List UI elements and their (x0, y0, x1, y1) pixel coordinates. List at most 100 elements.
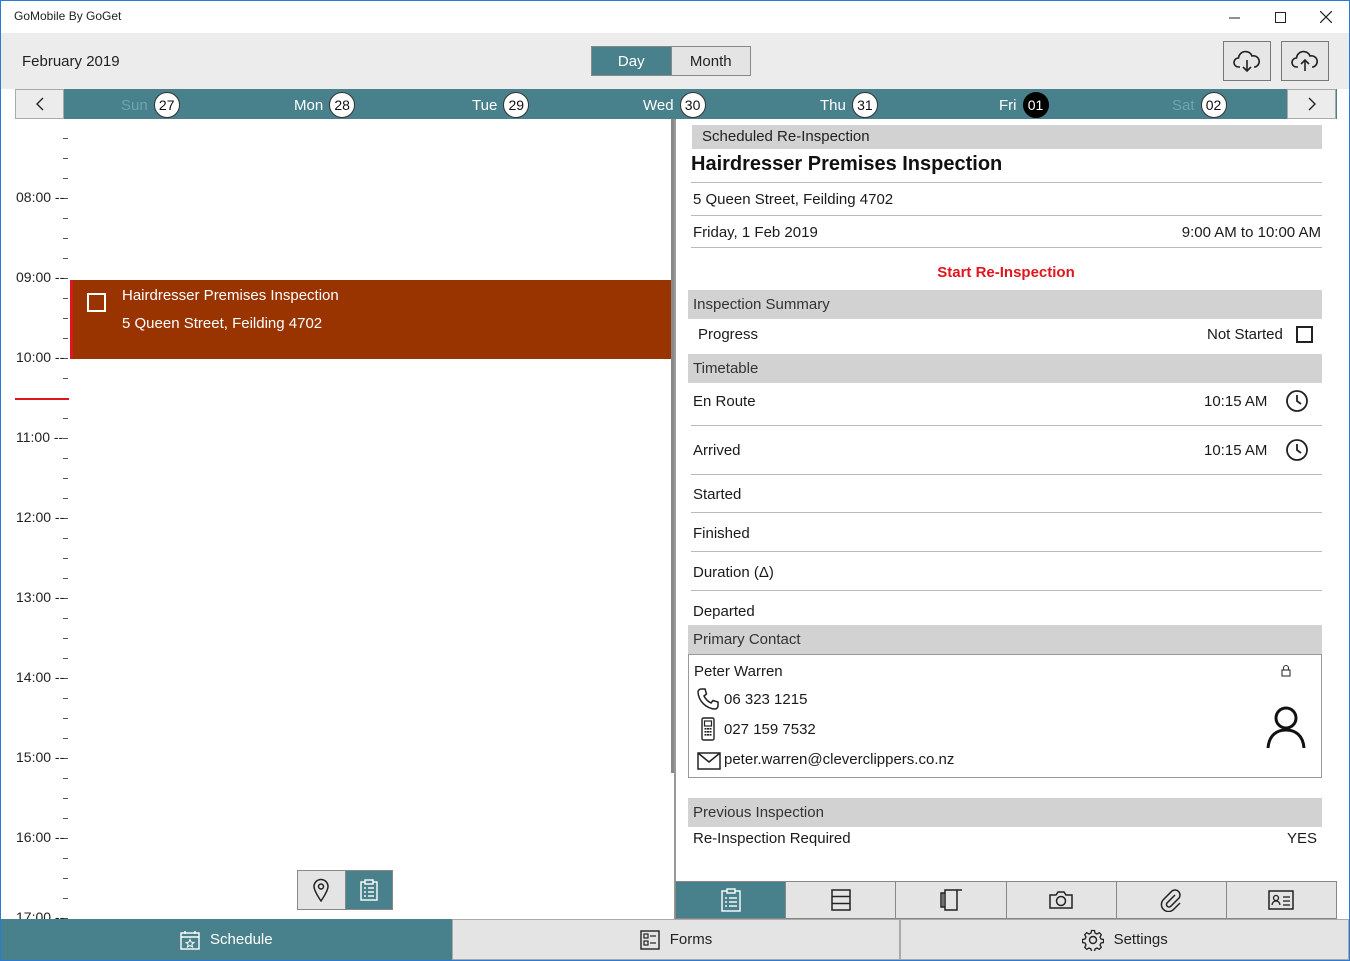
progress-label: Progress (698, 326, 759, 343)
hour-label: 09:00 -- (16, 269, 65, 285)
day-number: 28 (329, 92, 356, 118)
minimize-button[interactable] (1211, 1, 1257, 33)
inspection-summary-heading: Inspection Summary (688, 290, 1322, 319)
time-tick (63, 558, 68, 559)
en-route-clock-icon[interactable] (1285, 389, 1309, 413)
time-tick (63, 258, 68, 259)
time-tick (63, 298, 68, 299)
map-pin-icon (313, 878, 330, 902)
previous-week-button[interactable] (15, 89, 64, 119)
tab-sections[interactable] (785, 881, 897, 919)
time-tick (63, 538, 68, 539)
reinspection-required-label: Re-Inspection Required (693, 830, 851, 847)
arrived-clock-icon[interactable] (1285, 438, 1309, 462)
event-checkbox[interactable] (87, 293, 106, 312)
hour-label: 13:00 -- (16, 589, 65, 605)
time-tick (63, 778, 68, 779)
day-number: 29 (503, 92, 530, 118)
day-fri[interactable]: Fri 01 (999, 92, 1049, 118)
tab-attachments[interactable] (1115, 881, 1227, 919)
day-schedule[interactable]: 08:00 -- 09:00 -- 10:00 -- 11:00 -- 12:00 --… (15, 119, 675, 919)
time-tick (63, 438, 68, 439)
divider (691, 215, 1322, 216)
timetable-heading: Timetable (688, 354, 1322, 383)
contact-card: Peter Warren 06 323 1215 027 159 7532 pe… (688, 654, 1322, 778)
progress-checkbox[interactable] (1296, 326, 1313, 343)
time-tick (63, 818, 68, 819)
day-view-button[interactable]: Day (592, 47, 671, 75)
day-number: 31 (851, 92, 878, 118)
next-week-button[interactable] (1287, 89, 1336, 119)
window-title: GoMobile By GoGet (14, 9, 122, 23)
divider (691, 182, 1322, 183)
divider (691, 247, 1322, 248)
maximize-icon (1274, 11, 1286, 23)
cloud-download-button[interactable] (1223, 41, 1271, 81)
month-view-button[interactable]: Month (670, 47, 750, 75)
time-tick (63, 738, 68, 739)
time-tick (63, 238, 68, 239)
time-tick (63, 178, 68, 179)
cloud-upload-button[interactable] (1281, 41, 1329, 81)
tab-contact-card[interactable] (1225, 881, 1338, 919)
cloud-download-icon (1233, 50, 1260, 72)
primary-contact-heading: Primary Contact (688, 625, 1322, 654)
calendar-star-icon (180, 930, 200, 950)
schedule-event[interactable]: Hairdresser Premises Inspection 5 Queen … (70, 280, 672, 359)
day-name: Fri (999, 96, 1017, 114)
contact-mobile[interactable]: 027 159 7532 (724, 721, 816, 738)
arrived-time: 10:15 AM (1204, 442, 1268, 459)
previous-inspection-heading: Previous Inspection (688, 798, 1322, 827)
hour-label: 12:00 -- (16, 509, 65, 525)
day-name: Tue (472, 96, 498, 114)
time-tick (63, 618, 68, 619)
detail-time-range: 9:00 AM to 10:00 AM (1181, 224, 1321, 241)
start-reinspection-link[interactable]: Start Re-Inspection (676, 264, 1336, 281)
day-name: Wed (643, 96, 674, 114)
page-stack-icon (940, 889, 962, 911)
contact-phone[interactable]: 06 323 1215 (724, 691, 807, 708)
hour-label: 08:00 -- (16, 189, 65, 205)
finished-label: Finished (693, 525, 750, 542)
detail-date: Friday, 1 Feb 2019 (693, 224, 818, 241)
stacked-rows-icon (831, 889, 851, 911)
time-tick (63, 338, 68, 339)
nav-schedule[interactable]: Schedule (1, 919, 452, 960)
tab-photos[interactable] (1005, 881, 1117, 919)
detail-address: 5 Queen Street, Feilding 4702 (693, 191, 894, 208)
contact-email[interactable]: peter.warren@cleverclippers.co.nz (724, 751, 954, 768)
nav-settings[interactable]: Settings (900, 919, 1349, 960)
day-wed[interactable]: Wed 30 (643, 92, 706, 118)
cloud-upload-icon (1291, 50, 1318, 71)
day-name: Mon (294, 96, 324, 114)
time-tick (63, 478, 68, 479)
time-tick (63, 138, 68, 139)
paperclip-icon (1160, 889, 1181, 912)
tab-pages[interactable] (895, 881, 1007, 919)
minimize-icon (1228, 17, 1240, 18)
day-sun[interactable]: Sun 27 (121, 92, 180, 118)
view-toggle: Day Month (591, 46, 751, 76)
day-name: Sat (1172, 96, 1195, 114)
close-button[interactable] (1303, 1, 1349, 33)
nav-forms[interactable]: Forms (451, 919, 901, 960)
started-label: Started (693, 486, 742, 503)
chevron-right-icon (1308, 97, 1316, 111)
lock-icon (1281, 664, 1291, 677)
detail-status-header: Scheduled Re-Inspection (692, 125, 1322, 149)
time-tick (63, 458, 68, 459)
day-tue[interactable]: Tue 29 (472, 92, 530, 118)
duration-label: Duration (Δ) (693, 564, 774, 581)
map-view-button[interactable] (298, 871, 345, 909)
maximize-button[interactable] (1257, 1, 1303, 33)
day-mon[interactable]: Mon 28 (294, 92, 356, 118)
event-title: Hairdresser Premises Inspection (122, 287, 339, 304)
time-tick (63, 798, 68, 799)
tab-summary[interactable] (675, 881, 787, 919)
day-thu[interactable]: Thu 31 (820, 92, 878, 118)
hour-label: 16:00 -- (16, 829, 65, 845)
day-sat[interactable]: Sat 02 (1172, 92, 1227, 118)
list-view-button[interactable] (344, 871, 392, 909)
time-tick (63, 498, 68, 499)
arrived-label: Arrived (693, 442, 741, 459)
